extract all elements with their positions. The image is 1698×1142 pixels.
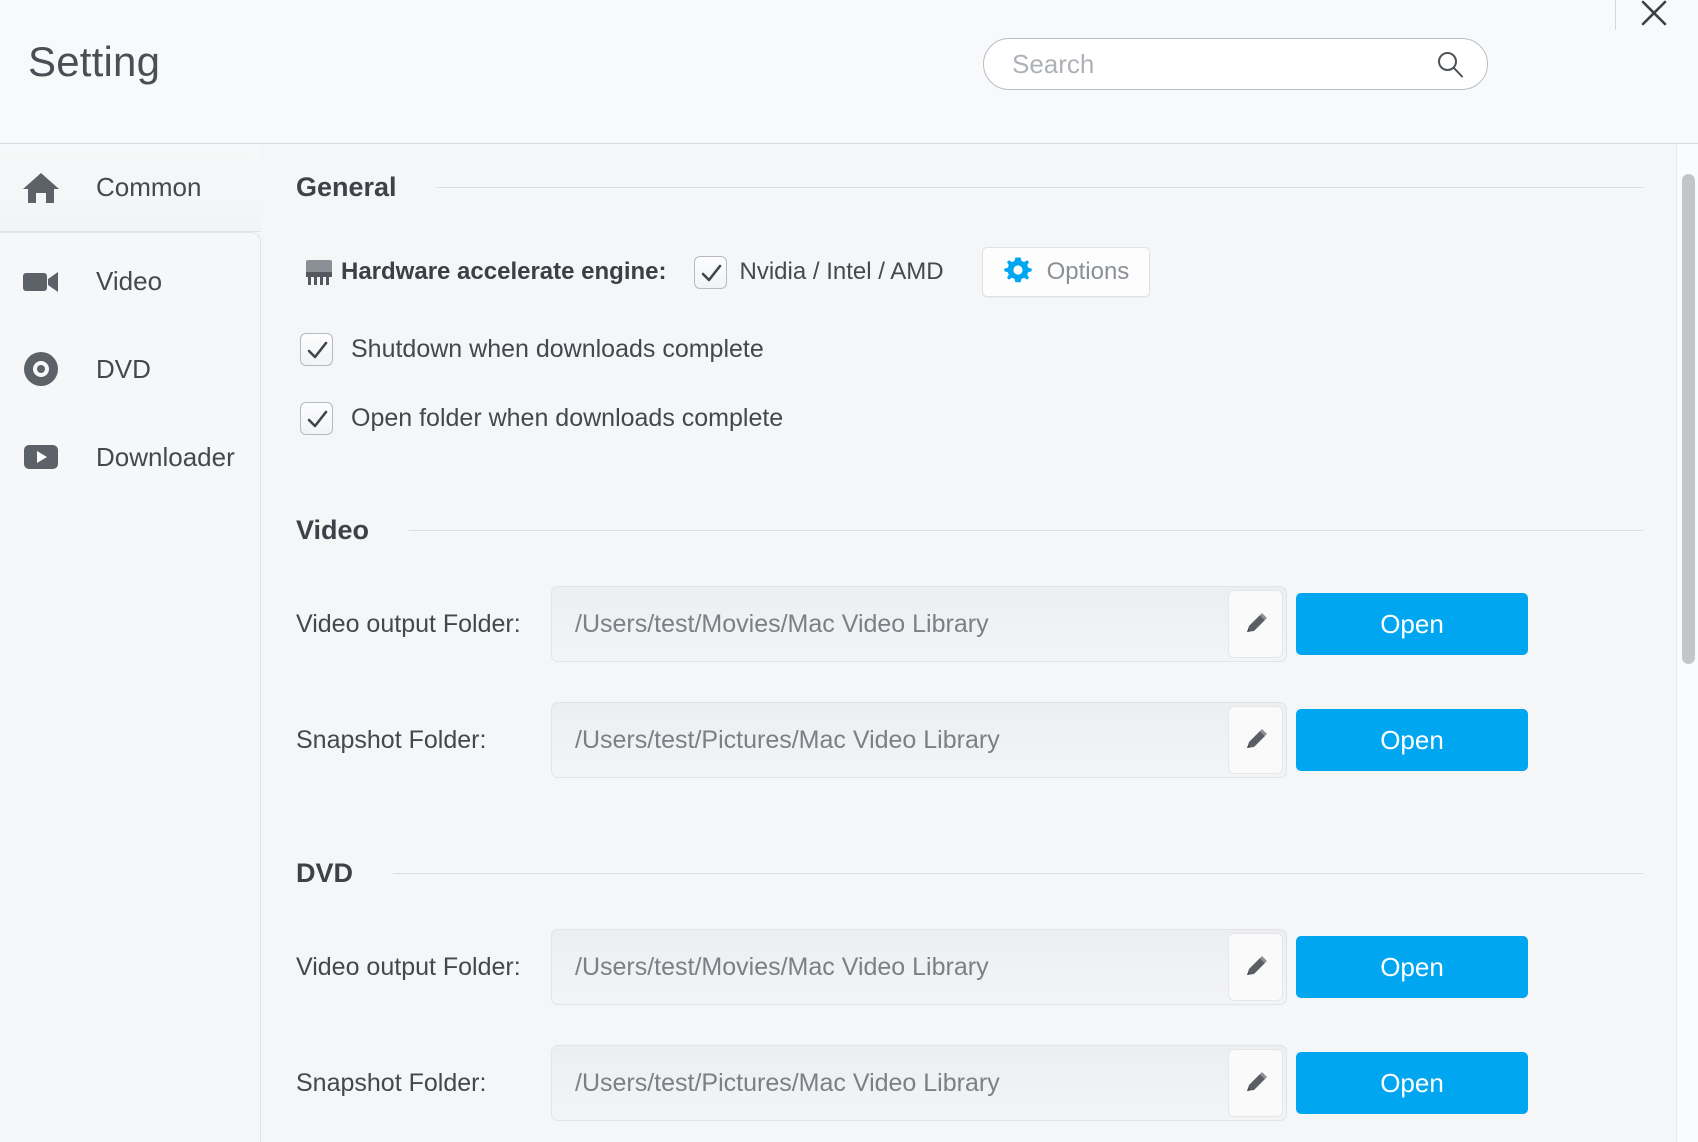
search-input[interactable]: [1012, 48, 1435, 80]
shutdown-on-complete-label: Shutdown when downloads complete: [351, 335, 764, 363]
window-header: Setting: [0, 0, 1698, 144]
header-divider: [1615, 0, 1616, 30]
dvd-snapshot-open-button[interactable]: Open: [1296, 1052, 1528, 1114]
close-icon[interactable]: [1632, 0, 1676, 35]
search-container: [983, 38, 1488, 90]
sidebar-item-video[interactable]: Video: [0, 237, 260, 325]
open-folder-on-complete-label: Open folder when downloads complete: [351, 404, 784, 432]
video-output-path-field[interactable]: /Users/test/Movies/Mac Video Library: [551, 586, 1287, 662]
window-body: Common Video DVD Downloader General Hard…: [0, 144, 1698, 1142]
section-rule: [409, 530, 1643, 531]
sidebar-panel: Video DVD Downloader: [0, 232, 261, 1142]
video-snapshot-folder-row: Snapshot Folder: /Users/test/Pictures/Ma…: [296, 702, 1698, 778]
options-button-label: Options: [1046, 258, 1130, 285]
sidebar-item-label: Video: [96, 265, 163, 296]
folder-label: Video output Folder:: [296, 952, 521, 981]
video-snapshot-open-button[interactable]: Open: [1296, 709, 1528, 771]
camcorder-icon: [18, 266, 64, 296]
path-value: /Users/test/Movies/Mac Video Library: [575, 609, 989, 638]
page-title: Setting: [28, 38, 161, 85]
section-title: DVD: [296, 858, 354, 888]
sidebar-item-label: Downloader: [96, 441, 235, 472]
video-output-folder-row: Video output Folder: /Users/test/Movies/…: [296, 586, 1698, 662]
dvd-snapshot-path-field[interactable]: /Users/test/Pictures/Mac Video Library: [551, 1045, 1287, 1121]
hardware-accelerate-row: Hardware accelerate engine: Nvidia / Int…: [296, 247, 1698, 297]
chip-icon: [299, 255, 339, 289]
section-rule: [436, 187, 1643, 188]
video-snapshot-path-field[interactable]: /Users/test/Pictures/Mac Video Library: [551, 702, 1287, 778]
gear-icon: [1003, 255, 1033, 290]
section-general-header: General: [296, 172, 1698, 203]
folder-label: Snapshot Folder:: [296, 725, 487, 754]
section-video-header: Video: [296, 515, 1698, 546]
section-rule: [393, 873, 1643, 874]
section-dvd-header: DVD: [296, 858, 1698, 889]
shutdown-on-complete-row[interactable]: Shutdown when downloads complete: [296, 333, 1698, 366]
pencil-icon[interactable]: [1228, 933, 1283, 1001]
path-value: /Users/test/Pictures/Mac Video Library: [575, 1068, 1000, 1097]
options-button[interactable]: Options: [981, 247, 1151, 297]
open-folder-on-complete-checkbox[interactable]: [300, 402, 333, 435]
home-icon: [18, 170, 64, 206]
settings-content: General Hardware accelerate engine: Nvid…: [261, 144, 1698, 1142]
search-icon[interactable]: [1435, 49, 1465, 79]
section-title: General: [296, 172, 397, 202]
folder-label: Video output Folder:: [296, 609, 521, 638]
sidebar-item-downloader[interactable]: Downloader: [0, 413, 260, 501]
sidebar-item-label: Common: [96, 172, 202, 202]
dvd-output-folder-row: Video output Folder: /Users/test/Movies/…: [296, 929, 1698, 1005]
vertical-scrollbar-track[interactable]: [1676, 144, 1698, 1142]
path-value: /Users/test/Movies/Mac Video Library: [575, 952, 989, 981]
pencil-icon[interactable]: [1228, 1049, 1283, 1117]
sidebar-item-label: DVD: [96, 353, 151, 384]
hardware-accelerate-label: Hardware accelerate engine:: [341, 258, 667, 285]
pencil-icon[interactable]: [1228, 590, 1283, 658]
vertical-scrollbar-thumb[interactable]: [1682, 174, 1695, 664]
section-title: Video: [296, 515, 370, 545]
hardware-accelerate-checkbox[interactable]: [693, 255, 727, 289]
sidebar-item-dvd[interactable]: DVD: [0, 325, 260, 413]
play-box-icon: [18, 443, 64, 471]
sidebar: Common Video DVD Downloader: [0, 144, 261, 1142]
dvd-snapshot-folder-row: Snapshot Folder: /Users/test/Pictures/Ma…: [296, 1045, 1698, 1121]
open-folder-on-complete-row[interactable]: Open folder when downloads complete: [296, 402, 1698, 435]
shutdown-on-complete-checkbox[interactable]: [300, 333, 333, 366]
folder-label: Snapshot Folder:: [296, 1068, 487, 1097]
path-value: /Users/test/Pictures/Mac Video Library: [575, 725, 1000, 754]
dvd-output-open-button[interactable]: Open: [1296, 936, 1528, 998]
sidebar-item-common[interactable]: Common: [0, 144, 261, 232]
search-box[interactable]: [983, 38, 1488, 90]
hardware-engines-label: Nvidia / Intel / AMD: [739, 258, 944, 285]
dvd-output-path-field[interactable]: /Users/test/Movies/Mac Video Library: [551, 929, 1287, 1005]
disc-icon: [18, 350, 64, 388]
settings-window: Setting Search Common Video DVD Download…: [0, 0, 1698, 1142]
pencil-icon[interactable]: [1228, 706, 1283, 774]
video-output-open-button[interactable]: Open: [1296, 593, 1528, 655]
